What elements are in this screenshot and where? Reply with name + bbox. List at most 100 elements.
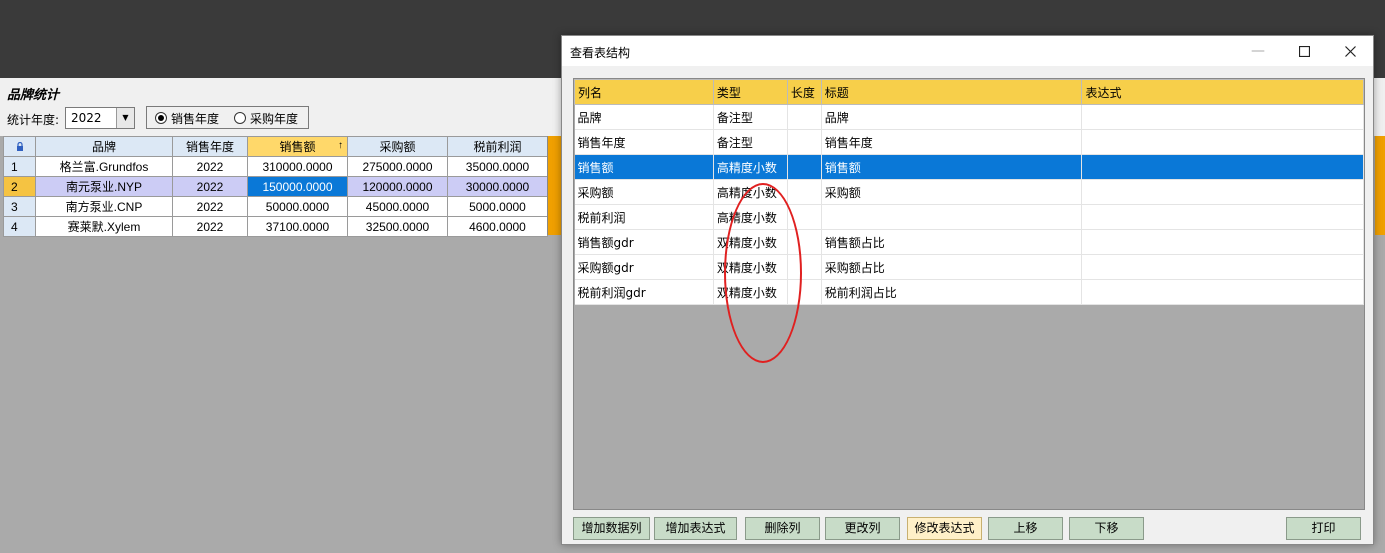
dialog-titlebar[interactable]: 查看表结构 — — [562, 36, 1373, 66]
table-row[interactable]: 品牌 备注型 品牌 — [574, 104, 1364, 130]
cell-caption[interactable]: 销售年度 — [821, 129, 1083, 155]
col-header-sales-year[interactable]: 销售年度 — [172, 136, 248, 157]
cell-brand[interactable]: 南元泵业.NYP — [35, 176, 173, 197]
cell-length[interactable] — [787, 179, 822, 205]
table-row[interactable]: 税前利润 高精度小数 — [574, 204, 1364, 230]
cell-expression[interactable] — [1081, 254, 1364, 280]
move-up-button[interactable]: 上移 — [988, 517, 1063, 540]
col-header-name[interactable]: 列名 — [574, 79, 714, 105]
col-header-sales[interactable]: 销售额 ↑ — [247, 136, 348, 157]
table-row[interactable]: 销售额 高精度小数 销售额 — [574, 154, 1364, 180]
minimize-icon[interactable]: — — [1235, 36, 1281, 66]
dropdown-arrow-icon[interactable]: ▼ — [116, 108, 134, 128]
cell-caption[interactable]: 税前利润占比 — [821, 279, 1083, 305]
cell-length[interactable] — [787, 254, 822, 280]
cell-profit[interactable]: 4600.0000 — [447, 216, 548, 237]
cell-brand[interactable]: 格兰富.Grundfos — [35, 156, 173, 177]
cell-type[interactable]: 双精度小数 — [713, 229, 788, 255]
cell-type[interactable]: 备注型 — [713, 104, 788, 130]
cell-profit[interactable]: 35000.0000 — [447, 156, 548, 177]
close-icon[interactable] — [1327, 36, 1373, 66]
col-header-length[interactable]: 长度 — [786, 79, 822, 105]
cell-name[interactable]: 销售年度 — [574, 129, 714, 155]
col-header-brand[interactable]: 品牌 — [35, 136, 173, 157]
table-row[interactable]: 3 南方泵业.CNP 2022 50000.0000 45000.0000 50… — [3, 196, 548, 217]
print-button[interactable]: 打印 — [1286, 517, 1361, 540]
cell-sales-year[interactable]: 2022 — [172, 196, 248, 217]
col-header-expression[interactable]: 表达式 — [1081, 79, 1364, 105]
cell-name[interactable]: 采购额gdr — [574, 254, 714, 280]
cell-purchase[interactable]: 45000.0000 — [347, 196, 448, 217]
year-select[interactable]: 2022 ▼ — [65, 107, 135, 129]
cell-expression[interactable] — [1081, 279, 1364, 305]
cell-type[interactable]: 备注型 — [713, 129, 788, 155]
cell-name[interactable]: 税前利润 — [574, 204, 714, 230]
cell-length[interactable] — [787, 154, 822, 180]
cell-length[interactable] — [787, 129, 822, 155]
table-row[interactable]: 销售额gdr 双精度小数 销售额占比 — [574, 229, 1364, 255]
cell-expression[interactable] — [1081, 204, 1364, 230]
table-row[interactable]: 采购额gdr 双精度小数 采购额占比 — [574, 254, 1364, 280]
cell-caption[interactable]: 品牌 — [821, 104, 1083, 130]
cell-type[interactable]: 高精度小数 — [713, 154, 788, 180]
table-row[interactable]: 采购额 高精度小数 采购额 — [574, 179, 1364, 205]
cell-brand[interactable]: 南方泵业.CNP — [35, 196, 173, 217]
cell-expression[interactable] — [1081, 104, 1364, 130]
cell-sales-year[interactable]: 2022 — [172, 156, 248, 177]
maximize-icon[interactable] — [1281, 36, 1327, 66]
cell-name[interactable]: 品牌 — [574, 104, 714, 130]
cell-expression[interactable] — [1081, 229, 1364, 255]
row-number[interactable]: 2 — [3, 176, 36, 197]
change-column-button[interactable]: 更改列 — [825, 517, 900, 540]
col-header-caption[interactable]: 标题 — [820, 79, 1083, 105]
table-row[interactable]: 4 赛莱默.Xylem 2022 37100.0000 32500.0000 4… — [3, 216, 548, 237]
delete-column-button[interactable]: 删除列 — [745, 517, 820, 540]
row-number[interactable]: 1 — [3, 156, 36, 177]
col-header-purchase[interactable]: 采购额 — [347, 136, 448, 157]
cell-purchase[interactable]: 275000.0000 — [347, 156, 448, 177]
cell-caption[interactable]: 销售额 — [821, 154, 1083, 180]
cell-sales-year[interactable]: 2022 — [172, 176, 248, 197]
cell-type[interactable]: 高精度小数 — [713, 179, 788, 205]
add-expression-button[interactable]: 增加表达式 — [654, 517, 737, 540]
cell-length[interactable] — [787, 104, 822, 130]
edit-expression-button[interactable]: 修改表达式 — [907, 517, 982, 540]
cell-name[interactable]: 销售额gdr — [574, 229, 714, 255]
cell-sales[interactable]: 37100.0000 — [247, 216, 348, 237]
cell-length[interactable] — [787, 229, 822, 255]
cell-brand[interactable]: 赛莱默.Xylem — [35, 216, 173, 237]
cell-name[interactable]: 采购额 — [574, 179, 714, 205]
cell-profit[interactable]: 30000.0000 — [447, 176, 548, 197]
add-data-column-button[interactable]: 增加数据列 — [573, 517, 650, 540]
cell-sales[interactable]: 50000.0000 — [247, 196, 348, 217]
cell-expression[interactable] — [1081, 154, 1364, 180]
cell-type[interactable]: 双精度小数 — [713, 279, 788, 305]
cell-purchase[interactable]: 120000.0000 — [347, 176, 448, 197]
cell-caption[interactable]: 采购额占比 — [821, 254, 1083, 280]
col-header-type[interactable]: 类型 — [712, 79, 788, 105]
cell-caption[interactable]: 销售额占比 — [821, 229, 1083, 255]
table-row[interactable]: 1 格兰富.Grundfos 2022 310000.0000 275000.0… — [3, 156, 548, 177]
lock-icon[interactable] — [3, 136, 36, 157]
cell-length[interactable] — [787, 279, 822, 305]
cell-length[interactable] — [787, 204, 822, 230]
cell-profit[interactable]: 5000.0000 — [447, 196, 548, 217]
cell-type[interactable]: 高精度小数 — [713, 204, 788, 230]
table-row[interactable]: 销售年度 备注型 销售年度 — [574, 129, 1364, 155]
col-header-profit[interactable]: 税前利润 — [447, 136, 548, 157]
cell-sales[interactable]: 310000.0000 — [247, 156, 348, 177]
cell-caption[interactable] — [821, 204, 1083, 230]
cell-purchase[interactable]: 32500.0000 — [347, 216, 448, 237]
radio-purchase-year[interactable]: 采购年度 — [234, 111, 298, 126]
cell-name[interactable]: 销售额 — [574, 154, 714, 180]
cell-sales[interactable]: 150000.0000 — [247, 176, 348, 197]
cell-expression[interactable] — [1081, 179, 1364, 205]
move-down-button[interactable]: 下移 — [1069, 517, 1144, 540]
cell-type[interactable]: 双精度小数 — [713, 254, 788, 280]
row-number[interactable]: 4 — [3, 216, 36, 237]
row-number[interactable]: 3 — [3, 196, 36, 217]
cell-caption[interactable]: 采购额 — [821, 179, 1083, 205]
table-row[interactable]: 税前利润gdr 双精度小数 税前利润占比 — [574, 279, 1364, 305]
cell-expression[interactable] — [1081, 129, 1364, 155]
table-row[interactable]: 2 南元泵业.NYP 2022 150000.0000 120000.0000 … — [3, 176, 548, 197]
